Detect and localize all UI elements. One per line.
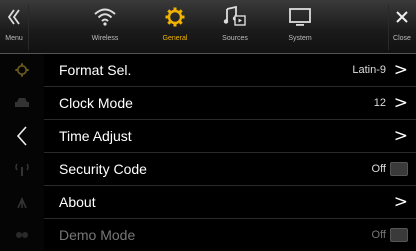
row-format-sel[interactable]: Format Sel. Latin-9 > bbox=[44, 54, 416, 87]
row-label: Demo Mode bbox=[59, 227, 136, 243]
chevron-right-icon: > bbox=[393, 59, 408, 80]
music-sources-icon bbox=[223, 0, 247, 34]
back-arrow-icon[interactable] bbox=[0, 120, 44, 152]
demo-mode-toggle[interactable] bbox=[390, 228, 408, 242]
antenna-icon[interactable] bbox=[0, 153, 44, 185]
double-chevron-left-icon bbox=[7, 0, 21, 34]
menu-label: Menu bbox=[5, 35, 23, 42]
row-label: Clock Mode bbox=[59, 95, 133, 111]
row-demo-mode[interactable]: Demo Mode Off bbox=[44, 219, 416, 251]
close-label: Close bbox=[393, 35, 411, 42]
menu-button[interactable]: Menu bbox=[0, 0, 28, 54]
row-time-adjust[interactable]: Time Adjust > bbox=[44, 120, 416, 153]
monitor-icon bbox=[288, 0, 312, 34]
close-button[interactable]: Close bbox=[388, 0, 416, 54]
chevron-right-icon: > bbox=[393, 92, 408, 113]
row-label: Time Adjust bbox=[59, 128, 132, 144]
settings-list: Format Sel. Latin-9 > Clock Mode 12 > Ti… bbox=[44, 54, 416, 251]
row-clock-mode[interactable]: Clock Mode 12 > bbox=[44, 87, 416, 120]
row-value: 12 bbox=[373, 97, 386, 109]
category-sidebar bbox=[0, 54, 44, 251]
chevron-right-icon: > bbox=[393, 191, 408, 212]
security-code-toggle[interactable] bbox=[390, 162, 408, 176]
tab-system-label: System bbox=[288, 35, 312, 42]
row-label: About bbox=[59, 194, 96, 210]
antenna-small-icon[interactable] bbox=[0, 186, 44, 218]
gear-icon bbox=[165, 0, 185, 34]
tab-system[interactable]: System bbox=[255, 0, 345, 54]
wifi-icon bbox=[93, 0, 117, 34]
top-navigation-bar: Menu Wireless General Sources System Clo… bbox=[0, 0, 416, 54]
row-about[interactable]: About > bbox=[44, 186, 416, 219]
row-security-code[interactable]: Security Code Off bbox=[44, 153, 416, 186]
row-label: Security Code bbox=[59, 161, 147, 177]
chevron-right-icon: > bbox=[393, 125, 408, 146]
row-label: Format Sel. bbox=[59, 62, 132, 78]
car-icon[interactable] bbox=[0, 87, 44, 119]
speaker-icon[interactable] bbox=[0, 219, 44, 251]
row-value: Latin-9 bbox=[352, 64, 386, 76]
tab-general-label: General bbox=[162, 35, 188, 42]
row-value: Off bbox=[371, 229, 386, 241]
close-icon bbox=[395, 0, 409, 34]
general-gear-icon[interactable] bbox=[0, 54, 44, 86]
tab-sources-label: Sources bbox=[222, 35, 248, 42]
tab-wireless-label: Wireless bbox=[91, 35, 119, 42]
row-value: Off bbox=[371, 163, 386, 175]
